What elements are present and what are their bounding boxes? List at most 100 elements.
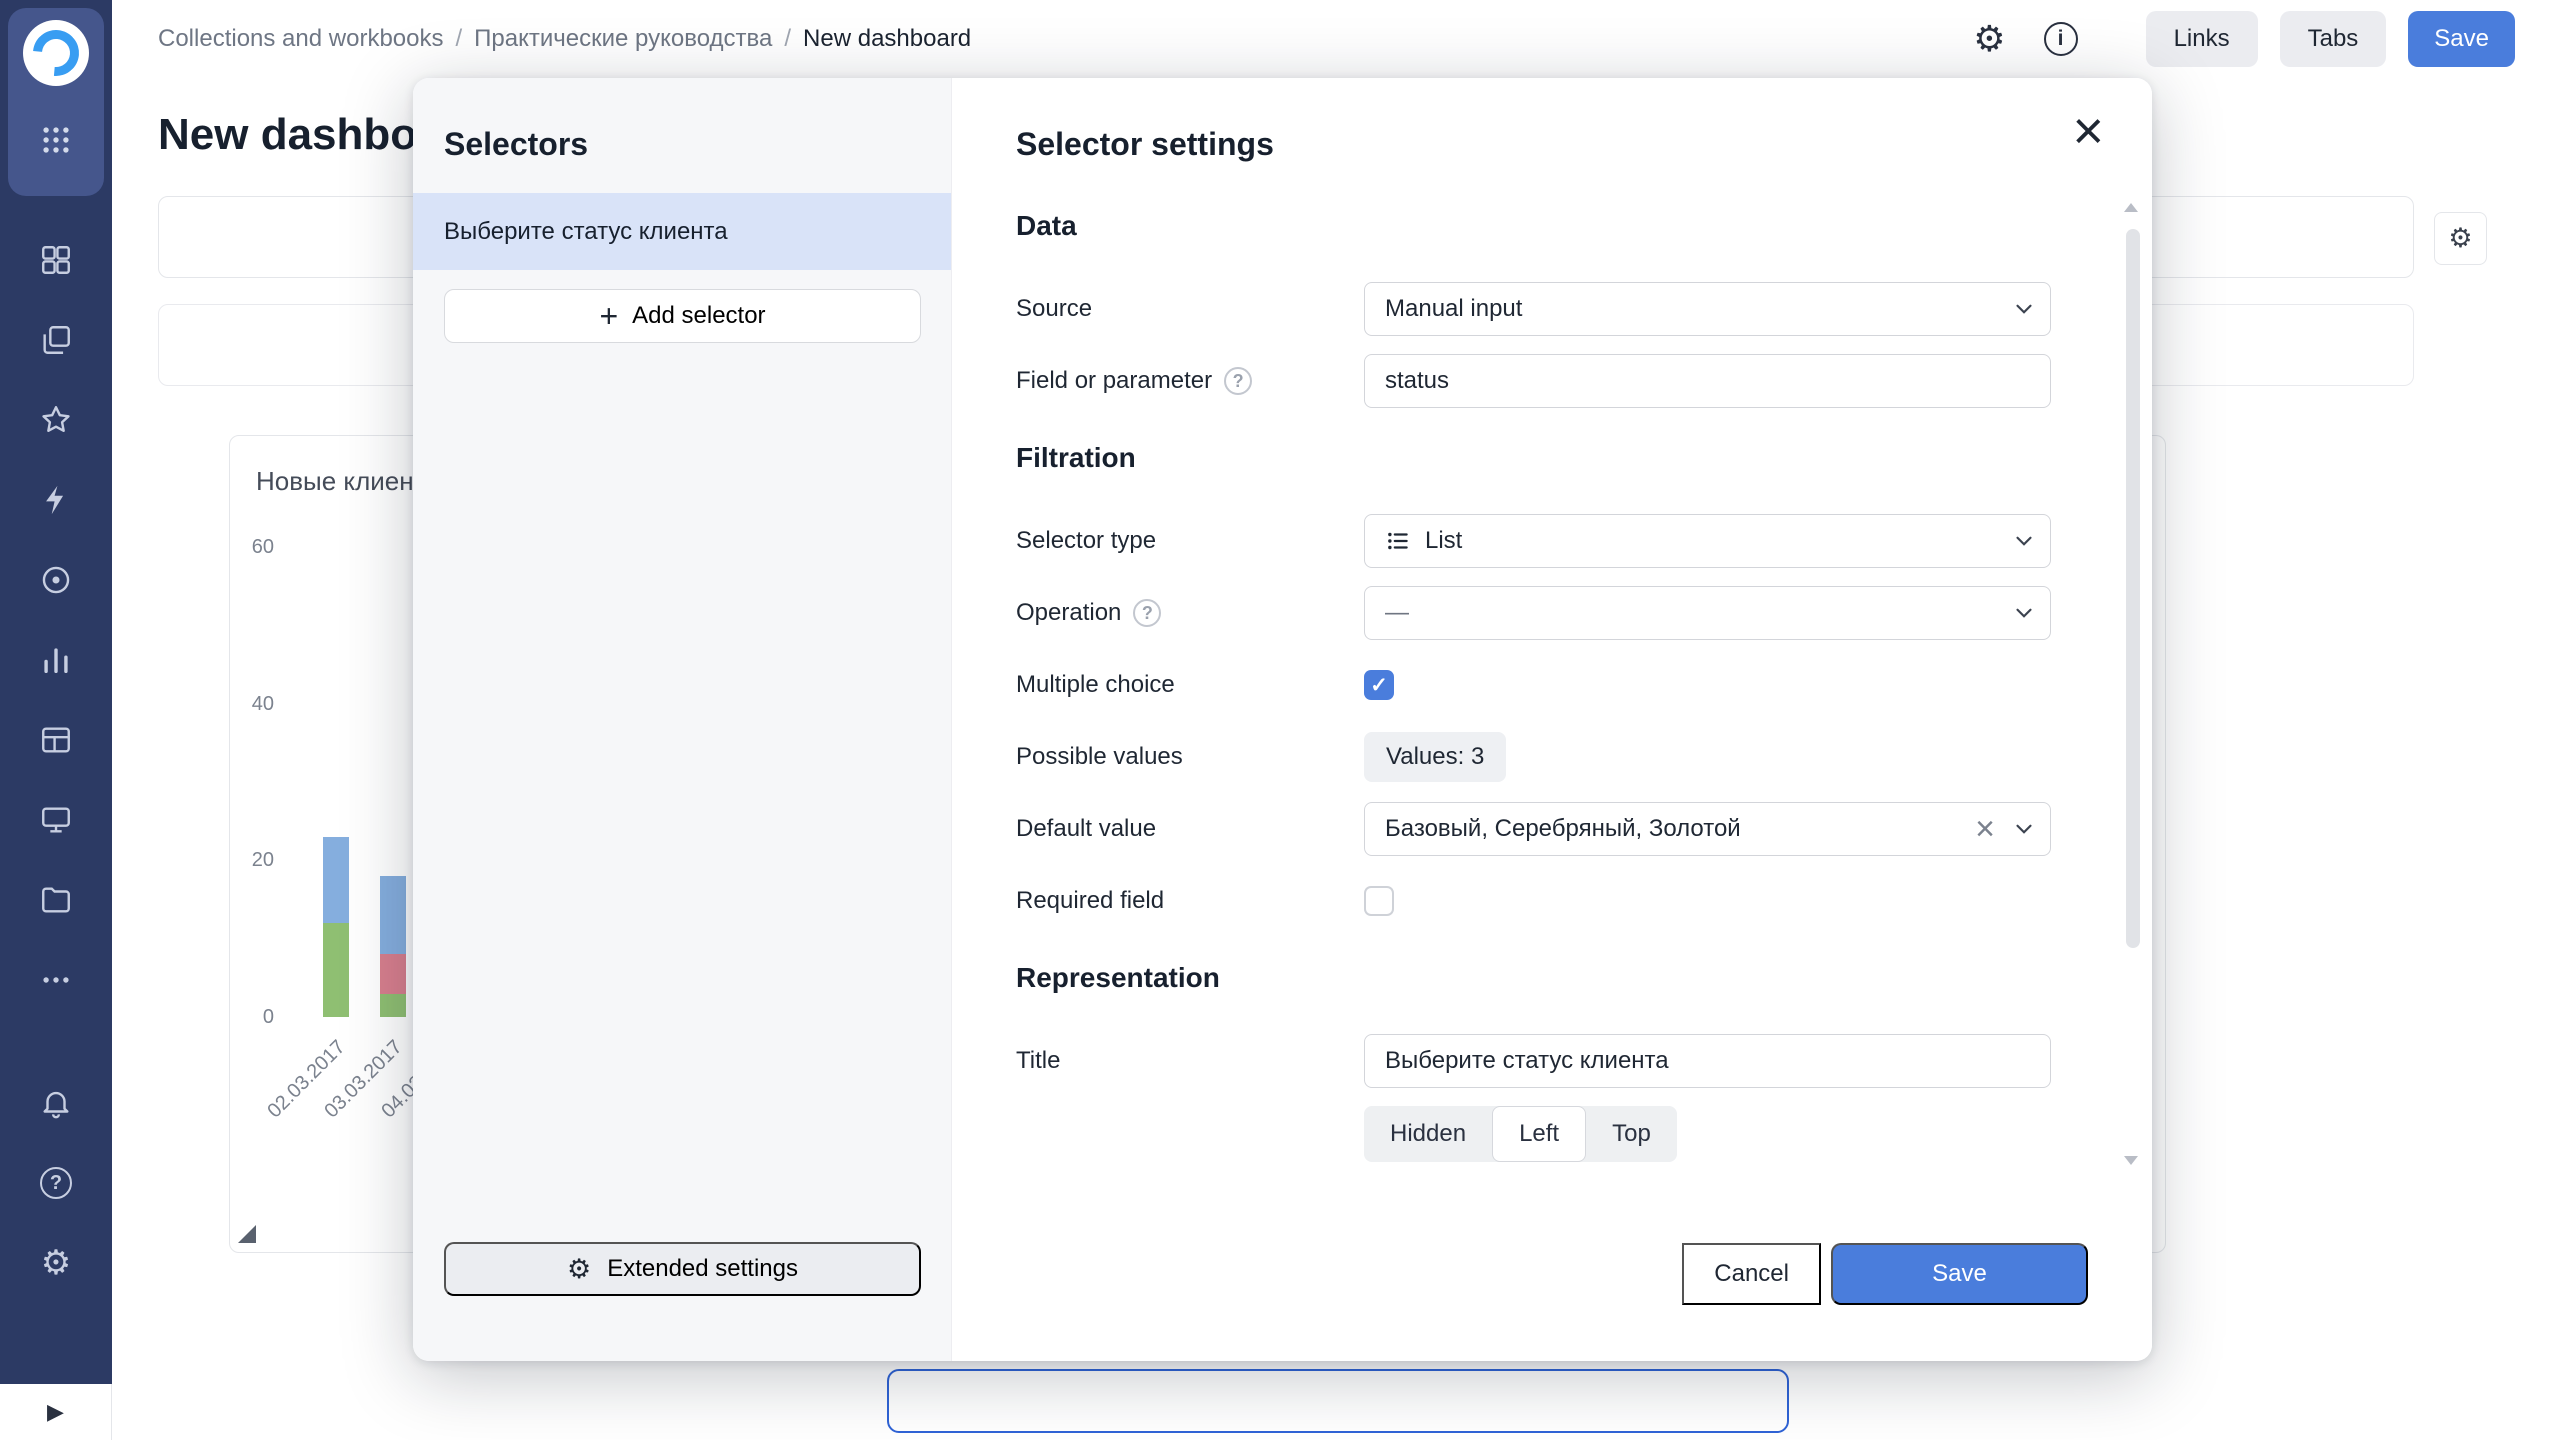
title-input[interactable]: [1364, 1034, 2051, 1088]
selector-type-value: List: [1425, 527, 1462, 555]
dashboard-settings-gear-icon[interactable]: ⚙: [1973, 19, 2005, 60]
chart-bar-segment: [380, 876, 406, 954]
form-row-required-field: Required field: [1016, 874, 2051, 928]
data-section-heading: Data: [1016, 210, 2051, 242]
source-value: Manual input: [1385, 295, 1522, 323]
title-placement-segmented: Hidden Left Top: [1364, 1106, 1677, 1162]
storage-folder-icon[interactable]: [0, 860, 112, 940]
selectors-panel-title: Selectors: [444, 126, 588, 163]
form-row-title: Title: [1016, 1034, 2051, 1088]
plus-icon: +: [599, 300, 618, 332]
operation-select[interactable]: —: [1364, 586, 2051, 640]
topbar-actions: ⚙ i Links Tabs Save: [1973, 11, 2515, 67]
form-row-source: Source Manual input: [1016, 282, 2051, 336]
form-row-default-value: Default value Базовый, Серебряный, Золот…: [1016, 802, 2051, 856]
field-input[interactable]: [1364, 354, 2051, 408]
header-save-button[interactable]: Save: [2408, 11, 2515, 67]
required-field-checkbox[interactable]: [1364, 886, 1394, 916]
sidebar-nav: [0, 220, 112, 1020]
dialog-save-button[interactable]: Save: [1831, 1243, 2088, 1305]
placement-option-hidden[interactable]: Hidden: [1364, 1106, 1492, 1162]
info-icon[interactable]: i: [2044, 22, 2078, 56]
chart-bar-segment: [323, 923, 349, 1017]
extended-settings-button[interactable]: ⚙ Extended settings: [444, 1242, 921, 1296]
chevron-down-icon: [2011, 816, 2037, 842]
chevron-down-icon: [2011, 600, 2037, 626]
required-field-label: Required field: [1016, 887, 1164, 915]
workbooks-icon[interactable]: [0, 300, 112, 380]
representation-section-heading: Representation: [1016, 962, 2051, 994]
selector-type-select[interactable]: List: [1364, 514, 2051, 568]
dialog-footer: Cancel Save: [1682, 1243, 2088, 1305]
extended-settings-label: Extended settings: [607, 1255, 798, 1283]
sidebar-expand-button[interactable]: ▶: [0, 1384, 112, 1440]
placement-option-left[interactable]: Left: [1492, 1106, 1586, 1162]
focused-selector-dropzone[interactable]: [887, 1369, 1789, 1433]
help-icon[interactable]: ?: [0, 1143, 112, 1223]
editor-lightning-icon[interactable]: [0, 460, 112, 540]
breadcrumb-separator: /: [443, 25, 474, 53]
selectors-dialog: Selectors Выберите статус клиента + Add …: [413, 78, 2152, 1361]
tabs-button[interactable]: Tabs: [2280, 11, 2387, 67]
form-row-possible-values: Possible values Values: 3: [1016, 730, 2051, 784]
datalens-logo-icon[interactable]: [23, 20, 89, 86]
possible-values-label: Possible values: [1016, 743, 1183, 771]
widget-resize-handle[interactable]: [238, 1225, 256, 1243]
selector-type-label: Selector type: [1016, 527, 1156, 555]
cancel-button[interactable]: Cancel: [1682, 1243, 1821, 1305]
selector-settings-panel: Selector settings × Data Source Manual i…: [952, 78, 2152, 1361]
add-selector-button[interactable]: + Add selector: [444, 289, 921, 343]
default-value-select[interactable]: Базовый, Серебряный, Золотой ×: [1364, 802, 2051, 856]
breadcrumb-separator: /: [772, 25, 803, 53]
selectors-list-panel: Selectors Выберите статус клиента + Add …: [413, 78, 952, 1361]
chart-bar-segment: [380, 954, 406, 993]
close-icon[interactable]: ×: [2072, 104, 2104, 158]
operation-help-icon[interactable]: ?: [1133, 599, 1161, 627]
breadcrumb-collections[interactable]: Collections and workbooks: [158, 25, 443, 53]
placement-option-top[interactable]: Top: [1586, 1106, 1677, 1162]
chevron-down-icon: [2011, 296, 2037, 322]
selector-item-label: Выберите статус клиента: [444, 218, 728, 246]
filtration-section-heading: Filtration: [1016, 442, 2051, 474]
settings-panel-title: Selector settings: [1016, 126, 1274, 163]
clear-icon[interactable]: ×: [1975, 812, 1995, 846]
field-help-icon[interactable]: ?: [1224, 367, 1252, 395]
sidebar-bottom: ? ⚙: [0, 1063, 112, 1303]
presentations-monitor-icon[interactable]: [0, 780, 112, 860]
scroll-down-arrow-icon[interactable]: [2124, 1156, 2138, 1172]
multiple-choice-label: Multiple choice: [1016, 671, 1175, 699]
more-ellipsis-icon[interactable]: [0, 940, 112, 1020]
operation-label: Operation: [1016, 599, 1121, 627]
form-row-operation: Operation ? —: [1016, 586, 2051, 640]
row-settings-gear-button[interactable]: ⚙: [2434, 212, 2487, 265]
datasets-icon[interactable]: [0, 540, 112, 620]
charts-icon[interactable]: [0, 620, 112, 700]
settings-scroll-area: Data Source Manual input Field or parame…: [1016, 204, 2051, 1182]
gear-icon: ⚙: [567, 1254, 591, 1285]
notifications-bell-icon[interactable]: [0, 1063, 112, 1143]
possible-values-chip[interactable]: Values: 3: [1364, 732, 1506, 782]
dashboards-table-icon[interactable]: [0, 700, 112, 780]
form-row-field: Field or parameter ?: [1016, 354, 2051, 408]
question-glyph: ?: [40, 1167, 72, 1199]
sidebar: ? ⚙: [0, 0, 112, 1384]
source-select[interactable]: Manual input: [1364, 282, 2051, 336]
breadcrumb: Collections and workbooks / Практические…: [158, 25, 971, 53]
collections-icon[interactable]: [0, 220, 112, 300]
apps-grid-icon[interactable]: [28, 112, 84, 168]
chart-bar-segment: [380, 994, 406, 1017]
scrollbar-track[interactable]: [2126, 204, 2140, 1160]
breadcrumb-folder[interactable]: Практические руководства: [474, 25, 772, 53]
add-selector-label: Add selector: [632, 302, 765, 330]
sidebar-logo-tab: [8, 8, 104, 196]
check-icon: ✓: [1370, 673, 1388, 698]
favorites-star-icon[interactable]: [0, 380, 112, 460]
links-button[interactable]: Links: [2146, 11, 2258, 67]
scrollbar-thumb[interactable]: [2126, 229, 2140, 948]
selector-list-item-selected[interactable]: Выберите статус клиента: [413, 193, 951, 270]
default-value-text: Базовый, Серебряный, Золотой: [1385, 815, 1741, 843]
source-label: Source: [1016, 295, 1092, 323]
settings-gear-icon[interactable]: ⚙: [0, 1223, 112, 1303]
multiple-choice-checkbox[interactable]: ✓: [1364, 670, 1394, 700]
operation-value: —: [1385, 599, 1409, 627]
